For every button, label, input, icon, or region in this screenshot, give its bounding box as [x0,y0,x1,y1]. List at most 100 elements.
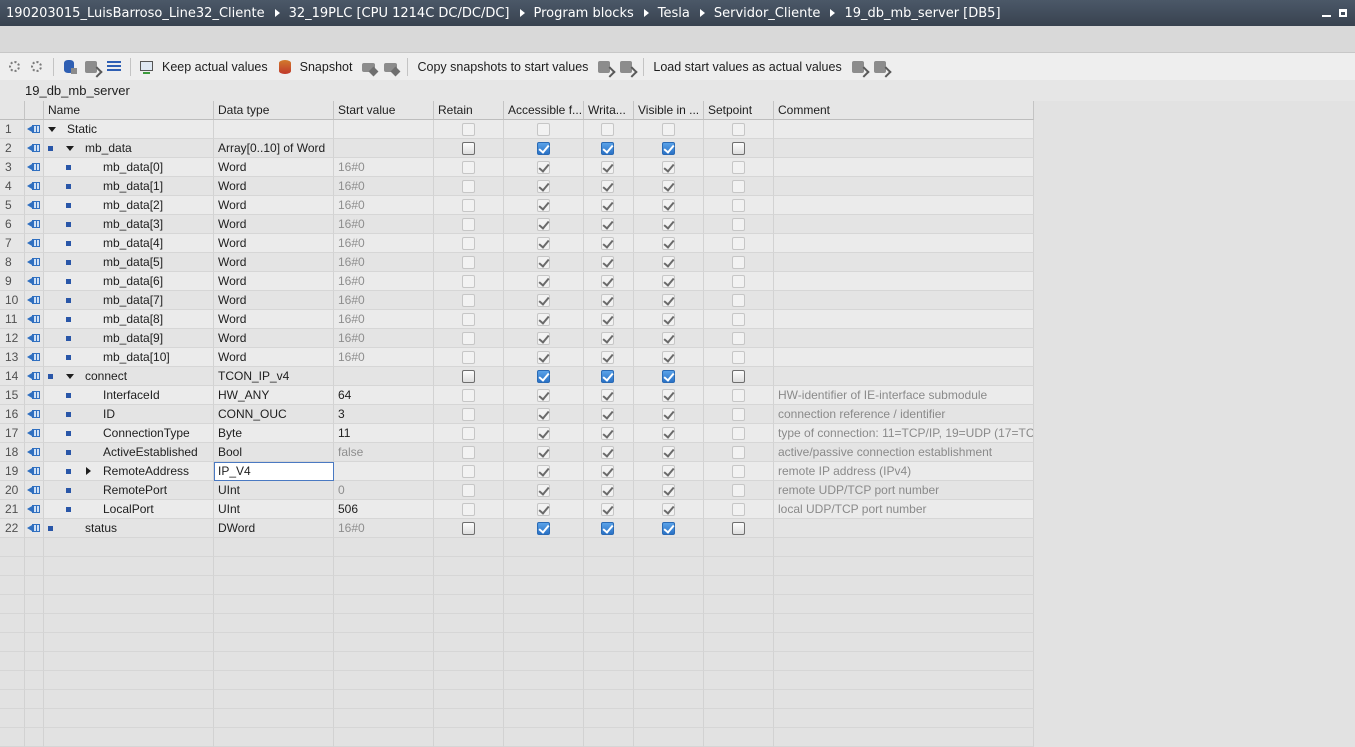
copy-snapshot-icon[interactable] [360,58,378,76]
comment-cell[interactable] [774,253,1034,272]
comment-cell[interactable] [774,329,1034,348]
name-cell[interactable]: Static [44,120,214,139]
comment-cell[interactable] [774,348,1034,367]
setpoint-checkbox[interactable] [732,275,745,288]
name-cell[interactable]: ConnectionType [44,424,214,443]
maximize-icon[interactable] [1339,9,1347,17]
name-cell[interactable]: ID [44,405,214,424]
data-type-cell[interactable]: UInt [214,500,334,519]
setpoint-checkbox[interactable] [732,199,745,212]
table-row[interactable]: 17 ConnectionType Byte 11 type of connection… [0,424,1034,443]
table-row[interactable]: 14 connect TCON_IP_v4 [0,367,1034,386]
add-row-icon[interactable] [28,58,46,76]
comment-cell[interactable]: active/passive connection establishment [774,443,1034,462]
accessible-checkbox[interactable] [537,123,550,136]
data-type-cell[interactable]: TCON_IP_v4 [214,367,334,386]
writable-checkbox[interactable] [601,503,614,516]
comment-cell[interactable] [774,519,1034,538]
header-writable[interactable]: Writa... [584,101,634,120]
visible-checkbox[interactable] [662,465,675,478]
name-cell[interactable]: mb_data[9] [44,329,214,348]
accessible-checkbox[interactable] [537,446,550,459]
retain-checkbox[interactable] [462,161,475,174]
setpoint-checkbox[interactable] [732,180,745,193]
load-start-values-button[interactable]: Load start values as actual values [653,60,841,74]
comment-cell[interactable] [774,177,1034,196]
retain-checkbox[interactable] [462,313,475,326]
start-value-cell[interactable]: 506 [334,500,434,519]
setpoint-checkbox[interactable] [732,123,745,136]
retain-checkbox[interactable] [462,123,475,136]
expanded-mode-icon[interactable] [61,58,79,76]
name-cell[interactable]: LocalPort [44,500,214,519]
accessible-checkbox[interactable] [537,256,550,269]
writable-checkbox[interactable] [601,389,614,402]
data-type-cell[interactable]: Bool [214,443,334,462]
retain-checkbox[interactable] [462,275,475,288]
start-value-cell[interactable] [334,139,434,158]
keep-actual-values-button[interactable]: Keep actual values [162,60,268,74]
setpoint-checkbox[interactable] [732,522,745,535]
name-cell[interactable]: mb_data[2] [44,196,214,215]
writable-checkbox[interactable] [601,313,614,326]
retain-checkbox[interactable] [462,199,475,212]
load-start-icon[interactable] [850,58,868,76]
comment-cell[interactable] [774,272,1034,291]
accessible-checkbox[interactable] [537,389,550,402]
start-value-cell[interactable]: 16#0 [334,310,434,329]
accessible-checkbox[interactable] [537,465,550,478]
setpoint-checkbox[interactable] [732,237,745,250]
data-type-cell[interactable]: Word [214,215,334,234]
accessible-checkbox[interactable] [537,484,550,497]
setpoint-checkbox[interactable] [732,161,745,174]
visible-checkbox[interactable] [662,503,675,516]
table-row[interactable]: 19 RemoteAddress IP_V4 remote IP address (I… [0,462,1034,481]
accessible-checkbox[interactable] [537,294,550,307]
copy-start-all-icon[interactable] [618,58,636,76]
start-value-cell[interactable]: 16#0 [334,234,434,253]
breadcrumb-tesla[interactable]: Tesla [658,6,690,21]
comment-cell[interactable] [774,158,1034,177]
header-accessible[interactable]: Accessible f... [504,101,584,120]
start-value-cell[interactable]: 64 [334,386,434,405]
start-value-cell[interactable] [334,120,434,139]
writable-checkbox[interactable] [601,408,614,421]
setpoint-checkbox[interactable] [732,370,745,383]
load-start-all-icon[interactable] [872,58,890,76]
data-type-cell[interactable]: IP_V4 [214,462,334,481]
comment-cell[interactable] [774,215,1034,234]
start-value-cell[interactable] [334,462,434,481]
table-row[interactable]: 20 RemotePort UInt 0 remote UDP/TCP port num… [0,481,1034,500]
writable-checkbox[interactable] [601,256,614,269]
comment-cell[interactable] [774,291,1034,310]
header-data-type[interactable]: Data type [214,101,334,120]
retain-checkbox[interactable] [462,256,475,269]
accessible-checkbox[interactable] [537,161,550,174]
writable-checkbox[interactable] [601,199,614,212]
writable-checkbox[interactable] [601,180,614,193]
writable-checkbox[interactable] [601,161,614,174]
visible-checkbox[interactable] [662,332,675,345]
writable-checkbox[interactable] [601,142,614,155]
writable-checkbox[interactable] [601,484,614,497]
writable-checkbox[interactable] [601,275,614,288]
data-type-cell[interactable]: Word [214,291,334,310]
setpoint-checkbox[interactable] [732,389,745,402]
retain-checkbox[interactable] [462,237,475,250]
name-cell[interactable]: mb_data[10] [44,348,214,367]
writable-checkbox[interactable] [601,446,614,459]
visible-checkbox[interactable] [662,218,675,231]
retain-checkbox[interactable] [462,446,475,459]
monitor-icon[interactable] [138,58,156,76]
writable-checkbox[interactable] [601,218,614,231]
retain-checkbox[interactable] [462,503,475,516]
name-cell[interactable]: mb_data[3] [44,215,214,234]
insert-row-icon[interactable] [6,58,24,76]
header-retain[interactable]: Retain [434,101,504,120]
retain-checkbox[interactable] [462,180,475,193]
retain-checkbox[interactable] [462,351,475,364]
setpoint-checkbox[interactable] [732,294,745,307]
setpoint-checkbox[interactable] [732,408,745,421]
accessible-checkbox[interactable] [537,199,550,212]
data-type-cell[interactable]: DWord [214,519,334,538]
